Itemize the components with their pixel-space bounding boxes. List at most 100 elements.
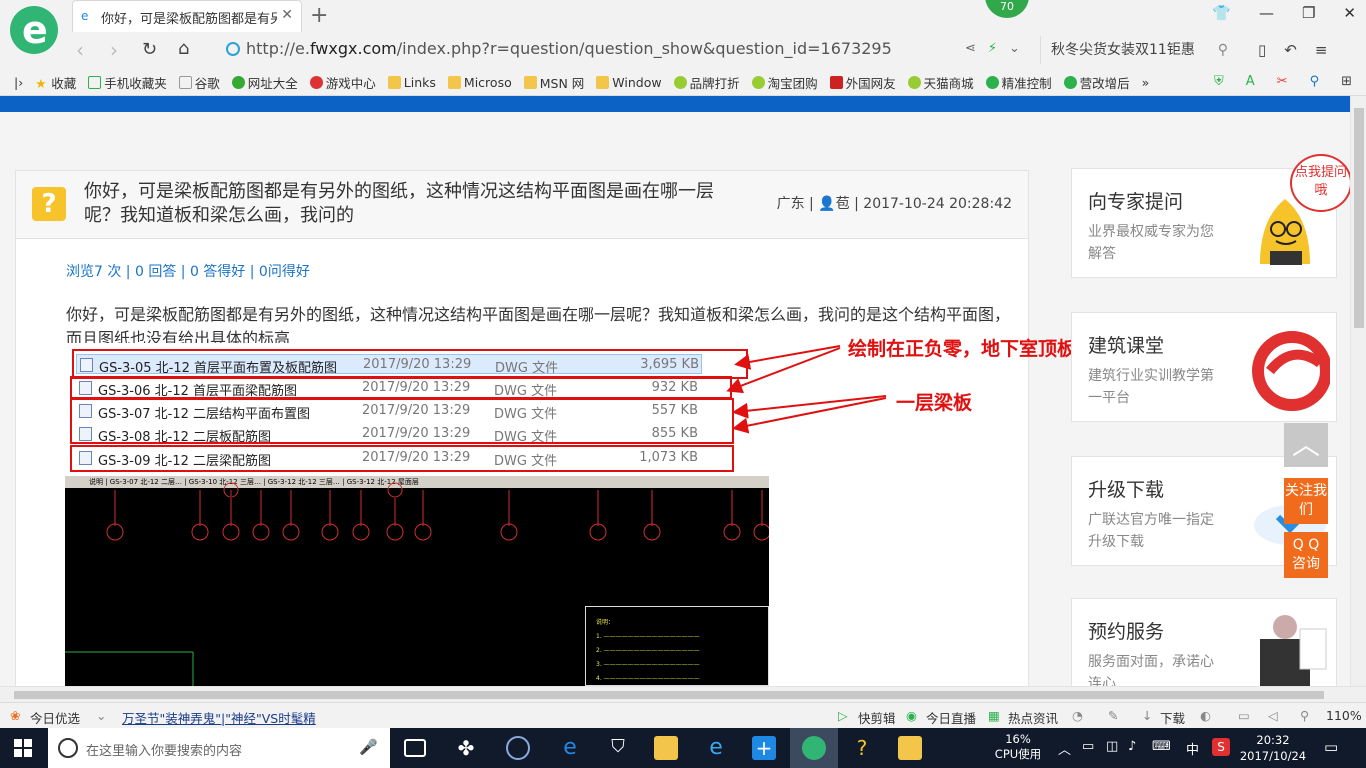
qq-consult-button[interactable]: Q Q 咨询 — [1284, 532, 1328, 578]
magnifier-icon[interactable]: ⚲ — [1310, 74, 1320, 89]
sogou-icon[interactable]: S — [1212, 738, 1230, 756]
taskbar-search[interactable]: 在这里输入你要搜索的内容 🎤 — [48, 728, 390, 768]
tray-expand-icon[interactable]: ︿ — [1058, 739, 1071, 758]
status-item-edit[interactable]: 快剪辑 — [858, 708, 896, 727]
menu-icon[interactable]: ≡ — [1315, 41, 1328, 59]
bookmark-brand[interactable]: 品牌打折 — [673, 73, 740, 92]
news-headline-link[interactable]: 万圣节"装神弄鬼"|"神经"VS时髦精 — [122, 708, 316, 727]
share-icon[interactable]: ⋖ — [965, 41, 976, 56]
zoom-level[interactable]: 110% — [1326, 708, 1362, 723]
search-box[interactable]: 秋冬尖货女装双11钜惠 ⚲ — [1040, 36, 1240, 64]
appointment-card[interactable]: 预约服务 服务面对面，承诺心连心 — [1071, 598, 1337, 686]
apps-icon[interactable]: ⊞ — [1341, 74, 1352, 89]
address-path: /index.php?r=question/question_show&ques… — [396, 39, 892, 58]
bookmark-games[interactable]: 游戏中心 — [309, 73, 376, 92]
clean-icon[interactable]: ◐ — [1200, 708, 1211, 723]
bookmark-windows[interactable]: Window — [596, 75, 662, 90]
bookmark-control[interactable]: 精准控制 — [985, 73, 1052, 92]
cpu-usage[interactable]: 16% CPU使用 — [990, 732, 1046, 762]
task-view-icon[interactable] — [404, 739, 426, 757]
notification-center-icon[interactable]: ▭ — [1324, 738, 1338, 756]
vertical-scrollbar[interactable] — [1350, 96, 1366, 686]
system-clock[interactable]: 20:32 2017/10/24 — [1238, 732, 1308, 764]
bookmark-microsoft[interactable]: Microso — [447, 75, 512, 90]
window-icon[interactable]: ▭ — [1238, 708, 1250, 723]
phone-icon[interactable]: ▯ — [1258, 41, 1266, 59]
new-tab-button[interactable]: + — [310, 3, 328, 28]
bookmark-foreign[interactable]: 外国网友 — [829, 73, 896, 92]
security-icon[interactable] — [226, 42, 240, 56]
card-desc: 广联达官方唯一指定升级下载 — [1088, 512, 1214, 550]
undo-icon[interactable]: ↶ — [1284, 41, 1297, 59]
browser-app-icon[interactable] — [506, 736, 530, 760]
scissors-icon[interactable]: ✂ — [1277, 74, 1288, 89]
browser-active-app-icon[interactable] — [802, 736, 826, 760]
browser-tab[interactable]: e 你好，可是梁板配筋图都是有另外 ✕ — [72, 0, 302, 32]
scrollbar-thumb[interactable] — [14, 691, 1324, 699]
back-button[interactable]: ‹ — [76, 38, 84, 62]
mute-icon[interactable]: ◁ — [1268, 708, 1278, 723]
plus-app-icon[interactable]: + — [752, 736, 776, 760]
keyboard-icon[interactable]: ⌨ — [1152, 739, 1171, 754]
horizontal-scrollbar[interactable] — [0, 686, 1366, 702]
status-item-download[interactable]: 下载 — [1160, 708, 1185, 727]
bookmark-favorites[interactable]: ★ 收藏 — [35, 73, 76, 92]
fan-app-icon[interactable]: ✤ — [454, 736, 478, 760]
bookmark-taobao[interactable]: 淘宝团购 — [751, 73, 818, 92]
start-button[interactable] — [14, 739, 32, 757]
forward-button[interactable]: › — [110, 38, 118, 62]
leaf-icon — [751, 75, 765, 89]
battery-icon[interactable]: ▭ — [1082, 739, 1094, 754]
translate-icon[interactable]: A — [1246, 74, 1255, 89]
network-icon[interactable]: ◫ — [1106, 739, 1118, 754]
ask-bubble[interactable]: 点我提问哦 — [1290, 154, 1350, 212]
bookmark-tmall[interactable]: 天猫商城 — [907, 73, 974, 92]
bookmark-label: 精准控制 — [1001, 75, 1052, 91]
status-item-news[interactable]: 热点资讯 — [1008, 708, 1058, 727]
home-button[interactable]: ⌂ — [178, 38, 189, 59]
follow-us-button[interactable]: 关注我们 — [1284, 478, 1328, 524]
bookmark-google[interactable]: 谷歌 — [178, 73, 220, 92]
speed-icon[interactable]: ◔ — [1072, 708, 1083, 723]
search-icon[interactable]: ⚲ — [1218, 36, 1228, 64]
help-app-icon[interactable]: ? — [850, 736, 874, 760]
sidebar-toggle-icon[interactable]: |› — [14, 75, 23, 90]
windows-taskbar: 在这里输入你要搜索的内容 🎤 ✤ e ⛉ e + ? 16% CPU使用 ︿ ▭… — [0, 728, 1366, 768]
close-window-button[interactable]: ✕ — [1343, 4, 1356, 22]
pin-icon[interactable]: ✎ — [1108, 708, 1118, 723]
notes-app-icon[interactable] — [898, 736, 922, 760]
address-bar[interactable]: http://e.fwxgx.com/index.php?r=question/… — [246, 39, 892, 58]
file-explorer-icon[interactable] — [654, 736, 678, 760]
notification-badge[interactable]: 70 — [985, 0, 1029, 18]
microphone-icon[interactable]: 🎤 — [359, 738, 378, 756]
building-class-card[interactable]: 建筑课堂 建筑行业实训教学第一平台 — [1071, 312, 1337, 422]
scrollbar-thumb[interactable] — [1354, 108, 1364, 328]
refresh-button[interactable]: ↻ — [142, 39, 157, 60]
bookmark-sites[interactable]: 网址大全 — [231, 73, 298, 92]
cortana-icon[interactable] — [58, 738, 78, 758]
store-icon[interactable]: ⛉ — [606, 736, 630, 760]
more-bookmarks-icon[interactable]: » — [1142, 75, 1150, 90]
zoom-icon[interactable]: ⚲ — [1300, 708, 1309, 723]
minimize-button[interactable]: — — [1259, 4, 1274, 22]
question-user[interactable]: 苞 — [836, 196, 850, 212]
edge-icon[interactable]: e — [558, 736, 582, 760]
bookmark-msn[interactable]: MSN 网 — [523, 73, 584, 92]
ie-app-icon[interactable]: e — [704, 736, 728, 760]
maximize-button[interactable]: ❐ — [1302, 4, 1315, 22]
bookmark-tax[interactable]: 营改增后 — [1063, 73, 1130, 92]
bookmark-mobile[interactable]: 手机收藏夹 — [88, 73, 167, 92]
ime-indicator[interactable]: 中 — [1186, 739, 1199, 758]
lightning-icon[interactable]: ⚡ — [988, 41, 997, 56]
chevron-down-icon[interactable]: ⌄ — [1009, 41, 1020, 56]
chevron-icon[interactable]: ⌄ — [96, 708, 106, 723]
shield-icon[interactable]: ⛨ — [1214, 74, 1224, 89]
volume-icon[interactable]: ♪ — [1128, 739, 1136, 754]
back-to-top-button[interactable]: ︿ — [1284, 423, 1328, 467]
skin-icon[interactable]: 👕 — [1212, 4, 1231, 22]
tab-close-icon[interactable]: ✕ — [281, 7, 293, 23]
cad-note-line: 4. ———————————————— — [596, 675, 700, 682]
status-item-live[interactable]: 今日直播 — [926, 708, 976, 727]
bookmark-links[interactable]: Links — [387, 75, 436, 90]
today-picks-label[interactable]: 今日优选 — [30, 708, 80, 727]
